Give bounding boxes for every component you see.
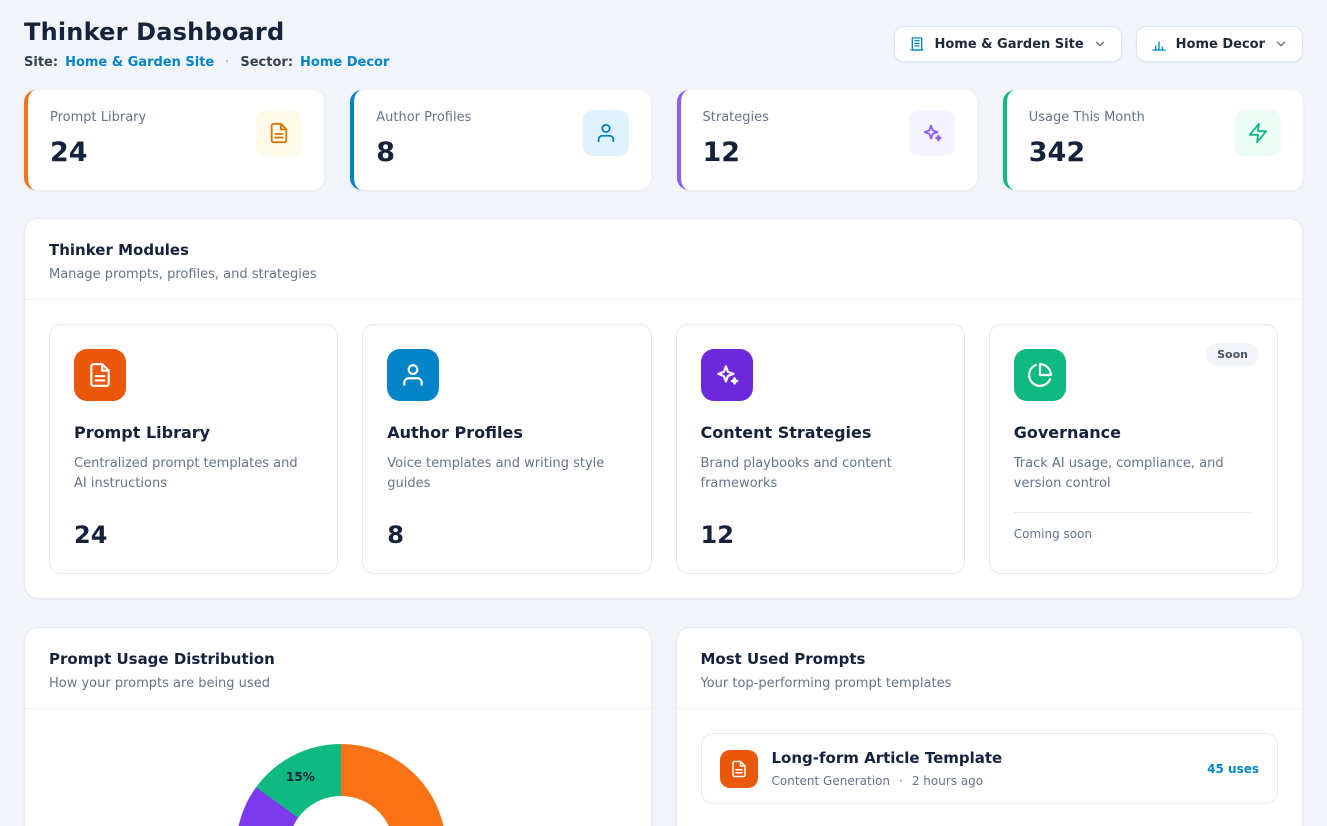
module-description: Centralized prompt templates and AI inst… — [74, 454, 313, 494]
module-divider — [1014, 512, 1253, 513]
chevron-down-icon — [1093, 37, 1107, 51]
module-description: Voice templates and writing style guides — [387, 454, 626, 494]
site-selector-label: Home & Garden Site — [934, 37, 1083, 52]
module-description: Track AI usage, compliance, and version … — [1014, 454, 1253, 494]
stat-label: Prompt Library — [50, 110, 146, 125]
prompt-item-title: Long-form Article Template — [772, 749, 1194, 767]
site-selector-dropdown[interactable]: Home & Garden Site — [894, 26, 1121, 62]
chevron-down-icon — [1274, 37, 1288, 51]
building-icon — [909, 36, 925, 52]
soon-badge: Soon — [1206, 343, 1259, 366]
sparkles-icon — [701, 349, 753, 401]
page-title: Thinker Dashboard — [24, 18, 389, 46]
sector-label: Sector: — [240, 55, 293, 70]
prompts-card-subtitle: Your top-performing prompt templates — [701, 676, 1279, 691]
module-title: Prompt Library — [74, 423, 313, 442]
site-label: Site: — [24, 55, 58, 70]
stat-label: Usage This Month — [1029, 110, 1145, 125]
dashboard-page: Thinker Dashboard Site: Home & Garden Si… — [0, 0, 1327, 826]
stat-label: Author Profiles — [376, 110, 471, 125]
sector-selector-dropdown[interactable]: Home Decor — [1136, 26, 1303, 62]
module-title: Content Strategies — [701, 423, 940, 442]
prompt-list-item[interactable]: Long-form Article Template Content Gener… — [701, 733, 1279, 804]
stat-value: 8 — [376, 137, 471, 168]
module-card-governance[interactable]: Soon Governance Track AI usage, complian… — [989, 324, 1278, 574]
stat-card-prompt-library: Prompt Library 24 — [24, 90, 324, 190]
module-title: Author Profiles — [387, 423, 626, 442]
modules-grid: Prompt Library Centralized prompt templa… — [25, 300, 1302, 598]
sector-selector-label: Home Decor — [1176, 37, 1265, 52]
donut-slice-label: 15% — [286, 770, 315, 784]
usage-card-header: Prompt Usage Distribution How your promp… — [25, 628, 651, 709]
prompts-card-title: Most Used Prompts — [701, 650, 1279, 668]
module-card-content-strategies[interactable]: Content Strategies Brand playbooks and c… — [676, 324, 965, 574]
most-used-prompts-card: Most Used Prompts Your top-performing pr… — [676, 627, 1304, 826]
module-card-prompt-library[interactable]: Prompt Library Centralized prompt templa… — [49, 324, 338, 574]
prompt-usage-distribution-card: Prompt Usage Distribution How your promp… — [24, 627, 652, 826]
usage-card-title: Prompt Usage Distribution — [49, 650, 627, 668]
page-header: Thinker Dashboard Site: Home & Garden Si… — [24, 18, 1303, 70]
file-text-icon — [720, 750, 758, 788]
bar-chart-icon — [1151, 36, 1167, 52]
user-icon — [387, 349, 439, 401]
module-description: Brand playbooks and content frameworks — [701, 454, 940, 494]
breadcrumb: Site: Home & Garden Site · Sector: Home … — [24, 55, 389, 70]
prompt-item-uses-badge: 45 uses — [1207, 762, 1259, 776]
module-count: 8 — [387, 521, 626, 549]
meta-separator: · — [225, 55, 229, 70]
stat-card-usage: Usage This Month 342 — [1003, 90, 1303, 190]
header-actions: Home & Garden Site Home Decor — [894, 26, 1303, 62]
site-link[interactable]: Home & Garden Site — [65, 55, 214, 70]
donut-chart-area: 15% — [25, 709, 651, 826]
prompt-item-separator: · — [899, 774, 903, 788]
user-icon — [583, 110, 629, 156]
stats-row: Prompt Library 24 Author Profiles 8 Stra… — [24, 90, 1303, 190]
sparkles-icon — [909, 110, 955, 156]
prompt-item-time: 2 hours ago — [912, 774, 983, 788]
prompts-card-header: Most Used Prompts Your top-performing pr… — [677, 628, 1303, 709]
stat-label: Strategies — [703, 110, 769, 125]
prompt-item-category: Content Generation — [772, 774, 890, 788]
lightning-icon — [1235, 110, 1281, 156]
thinker-modules-panel: Thinker Modules Manage prompts, profiles… — [24, 218, 1303, 599]
module-count: 12 — [701, 521, 940, 549]
file-text-icon — [74, 349, 126, 401]
file-text-icon — [256, 110, 302, 156]
stat-card-strategies: Strategies 12 — [677, 90, 977, 190]
modules-title: Thinker Modules — [49, 241, 1278, 259]
coming-soon-text: Coming soon — [1014, 527, 1253, 541]
stat-value: 342 — [1029, 137, 1145, 168]
donut-chart: 15% — [236, 744, 446, 826]
bottom-row: Prompt Usage Distribution How your promp… — [24, 627, 1303, 826]
stat-card-author-profiles: Author Profiles 8 — [350, 90, 650, 190]
stat-value: 12 — [703, 137, 769, 168]
header-left: Thinker Dashboard Site: Home & Garden Si… — [24, 18, 389, 70]
prompt-list: Long-form Article Template Content Gener… — [677, 709, 1303, 826]
modules-panel-header: Thinker Modules Manage prompts, profiles… — [25, 219, 1302, 300]
modules-subtitle: Manage prompts, profiles, and strategies — [49, 267, 1278, 282]
usage-card-subtitle: How your prompts are being used — [49, 676, 627, 691]
module-title: Governance — [1014, 423, 1253, 442]
module-count: 24 — [74, 521, 313, 549]
stat-value: 24 — [50, 137, 146, 168]
sector-link[interactable]: Home Decor — [300, 55, 389, 70]
module-card-author-profiles[interactable]: Author Profiles Voice templates and writ… — [362, 324, 651, 574]
pie-chart-icon — [1014, 349, 1066, 401]
